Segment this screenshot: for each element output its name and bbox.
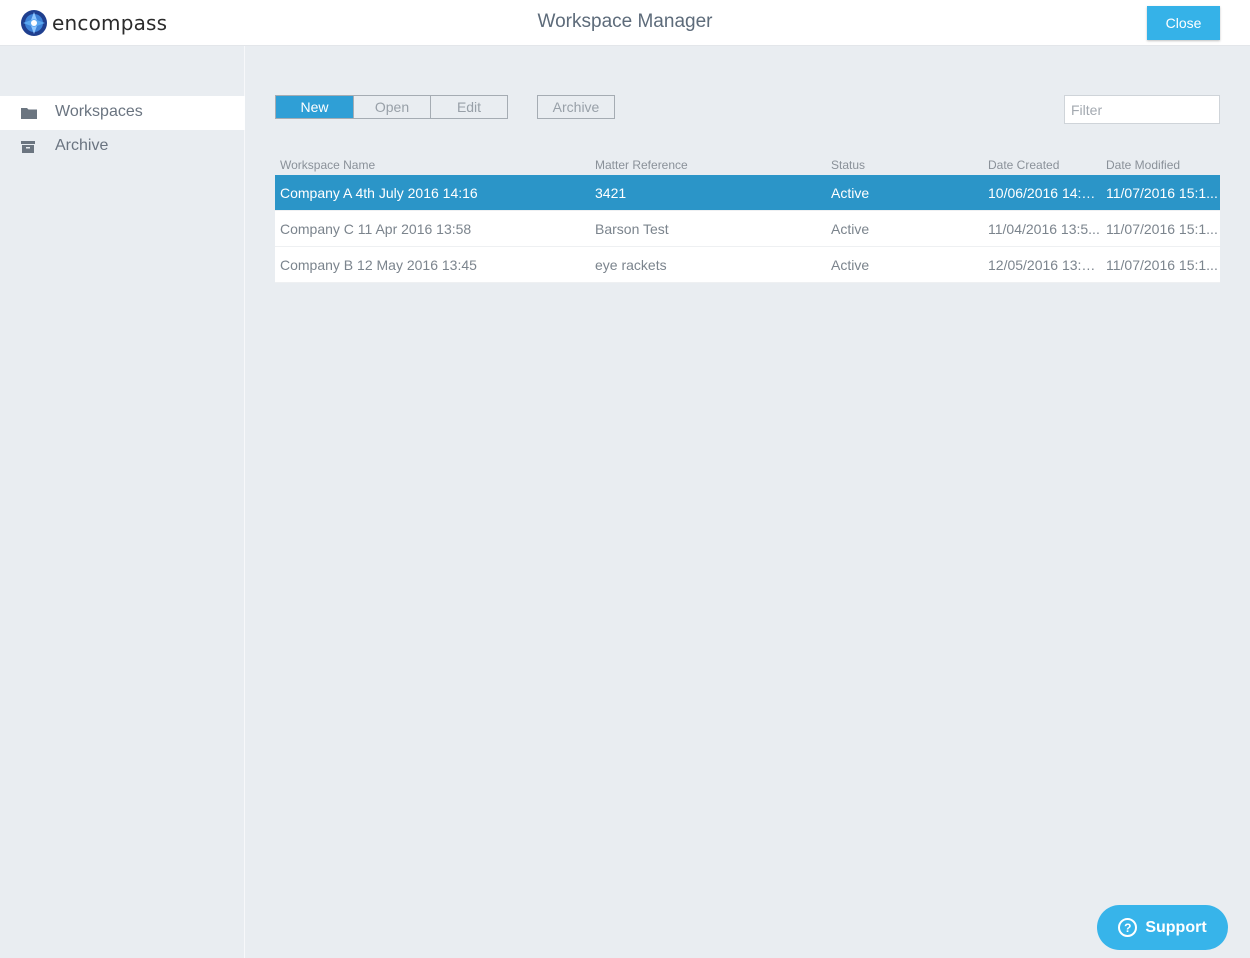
action-button-group: New Open Edit — [275, 95, 508, 119]
support-label: Support — [1145, 918, 1207, 936]
sidebar-item-label: Workspaces — [55, 103, 143, 120]
sidebar-item-archive[interactable]: Archive — [0, 130, 245, 164]
column-header-date-created[interactable]: Date Created — [988, 158, 1059, 172]
close-button[interactable]: Close — [1147, 6, 1220, 40]
status-cell: Active — [831, 185, 870, 201]
date-modified-cell: 11/07/2016 15:1... — [1106, 221, 1218, 237]
sidebar-item-label: Archive — [55, 137, 109, 154]
column-header-date-modified[interactable]: Date Modified — [1106, 158, 1180, 172]
date-created-cell: 11/04/2016 13:5... — [988, 221, 1100, 237]
column-header-matter-reference[interactable]: Matter Reference — [595, 158, 688, 172]
workspace-name-cell: Company C 11 Apr 2016 13:58 — [280, 221, 472, 237]
sidebar: Workspaces Archive — [0, 46, 245, 958]
status-cell: Active — [831, 257, 870, 273]
archive-button[interactable]: Archive — [537, 95, 615, 119]
filter-input[interactable] — [1064, 95, 1220, 124]
status-cell: Active — [831, 221, 870, 237]
column-header-status[interactable]: Status — [831, 158, 865, 172]
table-row[interactable]: Company C 11 Apr 2016 13:58 Barson Test … — [275, 211, 1220, 247]
workspace-table: Workspace Name Matter Reference Status D… — [275, 156, 1220, 283]
date-created-cell: 10/06/2016 14:1... — [988, 185, 1100, 201]
folder-icon — [21, 108, 37, 119]
table-header: Workspace Name Matter Reference Status D… — [275, 156, 1220, 175]
question-circle-icon: ? — [1118, 918, 1138, 937]
matter-reference-cell: Barson Test — [595, 221, 669, 237]
support-button[interactable]: ? Support — [1097, 905, 1228, 950]
matter-reference-cell: 3421 — [595, 185, 627, 201]
workspace-name-cell: Company A 4th July 2016 14:16 — [280, 185, 478, 201]
date-created-cell: 12/05/2016 13:4... — [988, 257, 1100, 273]
column-header-workspace-name[interactable]: Workspace Name — [280, 158, 375, 172]
workspace-name-cell: Company B 12 May 2016 13:45 — [280, 257, 477, 273]
edit-button[interactable]: Edit — [430, 96, 507, 118]
open-button[interactable]: Open — [353, 96, 430, 118]
date-modified-cell: 11/07/2016 15:1... — [1106, 257, 1218, 273]
table-row[interactable]: Company B 12 May 2016 13:45 eye rackets … — [275, 247, 1220, 283]
app-header: encompass Workspace Manager Close — [0, 0, 1250, 46]
date-modified-cell: 11/07/2016 15:1... — [1106, 185, 1218, 201]
sidebar-item-workspaces[interactable]: Workspaces — [0, 96, 245, 130]
archive-box-icon — [21, 141, 35, 153]
new-button[interactable]: New — [276, 96, 353, 118]
table-row[interactable]: Company A 4th July 2016 14:16 3421 Activ… — [275, 175, 1220, 211]
page-title: Workspace Manager — [537, 11, 713, 32]
matter-reference-cell: eye rackets — [595, 257, 667, 273]
